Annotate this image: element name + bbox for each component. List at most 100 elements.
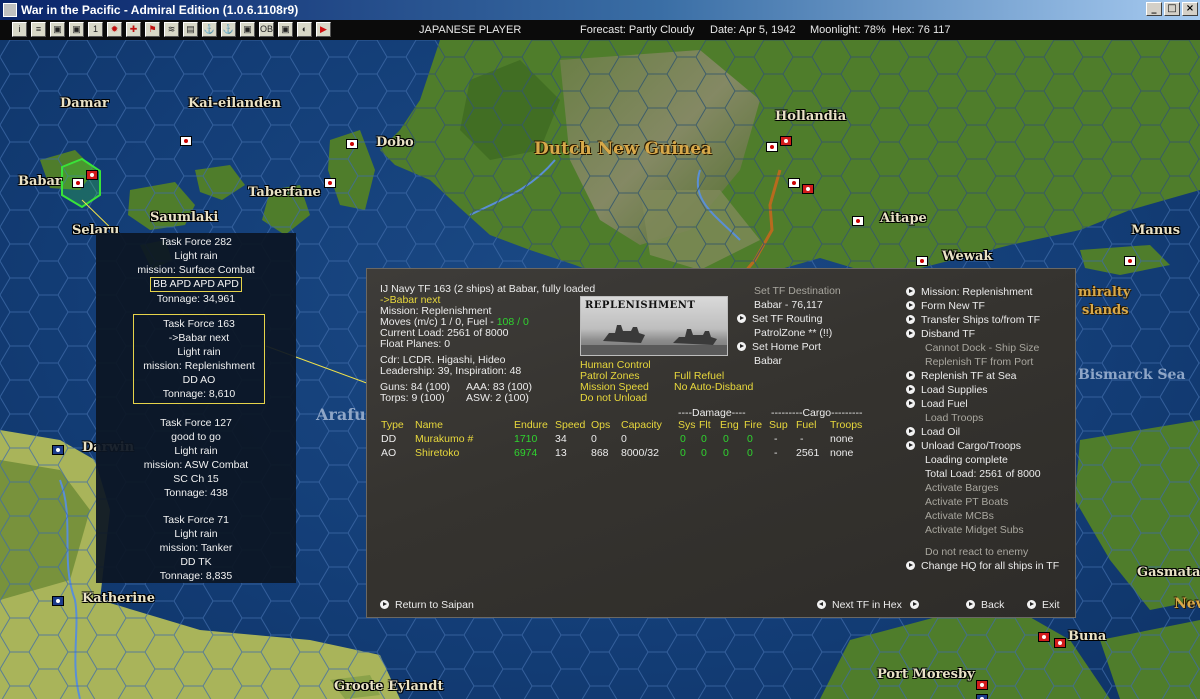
base-marker[interactable] (346, 139, 358, 149)
place-dobo: Dobo (376, 135, 414, 150)
toolbar-tool-icon[interactable]: 1 (88, 22, 103, 37)
arrow-right-icon (906, 315, 915, 324)
toolbar-tool-icon[interactable]: ✚ (126, 22, 141, 37)
base-marker[interactable] (180, 136, 192, 146)
base-marker[interactable] (1124, 256, 1136, 266)
set-home-port-button[interactable]: Set Home Port (737, 341, 821, 354)
tf-marker[interactable] (86, 170, 98, 180)
toolbar-tool-icon[interactable]: i (12, 22, 27, 37)
unit-marker[interactable] (802, 184, 814, 194)
cell-name[interactable]: Shiretoko (415, 447, 459, 459)
menu-item[interactable]: Unload Cargo/Troops (906, 439, 1041, 453)
menu-item[interactable]: Activate Barges (906, 481, 1041, 495)
toolbar-tool-icon[interactable]: ▣ (50, 22, 65, 37)
tf-282-entry[interactable]: Task Force 282 Light rain mission: Surfa… (96, 235, 296, 306)
back-button[interactable]: Back (966, 599, 1004, 612)
toolbar-tool-icon[interactable]: ▣ (278, 22, 293, 37)
col-ops[interactable]: Ops (591, 419, 610, 431)
return-to-saipan-button[interactable]: Return to Saipan (380, 599, 474, 612)
tf-71-entry[interactable]: Task Force 71 Light rain mission: Tanker… (96, 513, 296, 583)
base-marker[interactable] (788, 178, 800, 188)
menu-item[interactable]: Load Oil (906, 425, 1041, 439)
change-hq-button[interactable]: Change HQ for all ships in TF (906, 560, 1059, 573)
allied-base-darwin[interactable] (52, 445, 64, 455)
unit-marker[interactable] (1038, 632, 1050, 642)
tf-mission: mission: Surface Combat (137, 264, 255, 276)
base-marker[interactable] (852, 216, 864, 226)
menu-item[interactable]: Activate MCBs (906, 509, 1041, 523)
col-endure[interactable]: Endure (514, 419, 548, 431)
col-capacity[interactable]: Capacity (621, 419, 662, 431)
next-tf-in-hex-button[interactable]: Next TF in Hex (817, 599, 919, 612)
toolbar-tool-icon[interactable]: ✹ (107, 22, 122, 37)
toolbar: i ≡ ▣ ▣ 1 ✹ ✚ ⚑ ≋ ▤ ⚓ ⚓ ▣ OB ▣ ◐ ▶ JAPANESE PLAYER Forec… (0, 20, 1200, 40)
col-flt[interactable]: Flt (699, 419, 711, 431)
opt-do-not-unload[interactable]: Do not Unload (580, 392, 647, 405)
toolbar-tool-icon[interactable]: ▣ (240, 22, 255, 37)
base-marker-babar[interactable] (72, 178, 84, 188)
unit-marker[interactable] (976, 680, 988, 690)
col-speed[interactable]: Speed (555, 419, 585, 431)
arrow-right-icon (906, 287, 915, 296)
tf-destination-value: Babar - 76,117 (754, 299, 823, 311)
tf-127-entry[interactable]: Task Force 127 good to go Light rain mis… (96, 416, 296, 500)
menu-item[interactable]: Replenish TF from Port (906, 355, 1041, 369)
cell-speed: 34 (555, 433, 567, 445)
tf-tonnage: Tonnage: 8,610 (162, 388, 236, 400)
exit-button[interactable]: Exit (1027, 599, 1060, 612)
toolbar-tool-icon[interactable]: ◐ (297, 22, 312, 37)
cell-name[interactable]: Murakumo # (415, 433, 473, 445)
unit-marker[interactable] (1054, 638, 1066, 648)
unit-marker[interactable] (780, 136, 792, 146)
menu-item[interactable]: Load Troops (906, 411, 1041, 425)
patrol-zone-label[interactable]: PatrolZone ** (!!) (754, 327, 832, 340)
menu-item[interactable]: Disband TF (906, 327, 1041, 341)
col-sys[interactable]: Sys (678, 419, 696, 431)
menu-item[interactable]: Cannot Dock - Ship Size (906, 341, 1041, 355)
menu-item[interactable]: Load Fuel (906, 397, 1041, 411)
toolbar-tool-icon[interactable]: ▣ (69, 22, 84, 37)
set-tf-routing-button[interactable]: Set TF Routing (737, 313, 822, 326)
allied-unit-marker[interactable] (976, 694, 988, 699)
minimize-button[interactable]: _ (1146, 2, 1162, 16)
opt-no-auto-disband[interactable]: No Auto-Disband (674, 381, 753, 394)
tf-tonnage: Tonnage: 8,835 (159, 570, 233, 582)
toolbar-tool-icon[interactable]: ▤ (183, 22, 198, 37)
cell-eng: 0 (723, 447, 729, 459)
toolbar-tool-icon[interactable]: ≡ (31, 22, 46, 37)
cell-fire: 0 (747, 433, 753, 445)
menu-item[interactable]: Transfer Ships to/from TF (906, 313, 1041, 327)
toolbar-tool-icon[interactable]: ≋ (164, 22, 179, 37)
base-marker[interactable] (916, 256, 928, 266)
app-icon (3, 3, 17, 17)
no-react-option[interactable]: Do not react to enemy (925, 546, 1028, 559)
menu-item[interactable]: Replenish TF at Sea (906, 369, 1041, 383)
maximize-button[interactable]: □ (1164, 2, 1180, 16)
toolbar-tool-icon[interactable]: ⚓ (202, 22, 217, 37)
base-marker[interactable] (766, 142, 778, 152)
tf-163-entry[interactable]: Task Force 163 ->Babar next Light rain m… (133, 314, 265, 404)
mission-photo[interactable]: REPLENISHMENT (580, 296, 728, 356)
col-eng[interactable]: Eng (720, 419, 739, 431)
base-marker[interactable] (324, 178, 336, 188)
menu-item-label: Loading complete (925, 454, 1008, 466)
col-fire[interactable]: Fire (744, 419, 762, 431)
menu-item[interactable]: Form New TF (906, 299, 1041, 313)
close-button[interactable]: × (1182, 2, 1198, 16)
set-tf-destination-label[interactable]: Set TF Destination (754, 285, 841, 298)
toolbar-tool-icon[interactable]: ⚑ (145, 22, 160, 37)
arrow-right-icon (737, 314, 746, 323)
toolbar-tool-icon[interactable]: ⚓ (221, 22, 236, 37)
toolbar-tool-icon[interactable]: OB (259, 22, 274, 37)
col-type[interactable]: Type (381, 419, 404, 431)
col-name[interactable]: Name (415, 419, 443, 431)
toolbar-tool-icon[interactable]: ▶ (316, 22, 331, 37)
menu-item[interactable]: Mission: Replenishment (906, 285, 1041, 299)
col-fuel[interactable]: Fuel (796, 419, 816, 431)
menu-item[interactable]: Activate PT Boats (906, 495, 1041, 509)
col-troops[interactable]: Troops (830, 419, 862, 431)
menu-item[interactable]: Activate Midget Subs (906, 523, 1041, 537)
allied-base-katherine[interactable] (52, 596, 64, 606)
col-sup[interactable]: Sup (769, 419, 788, 431)
menu-item[interactable]: Load Supplies (906, 383, 1041, 397)
